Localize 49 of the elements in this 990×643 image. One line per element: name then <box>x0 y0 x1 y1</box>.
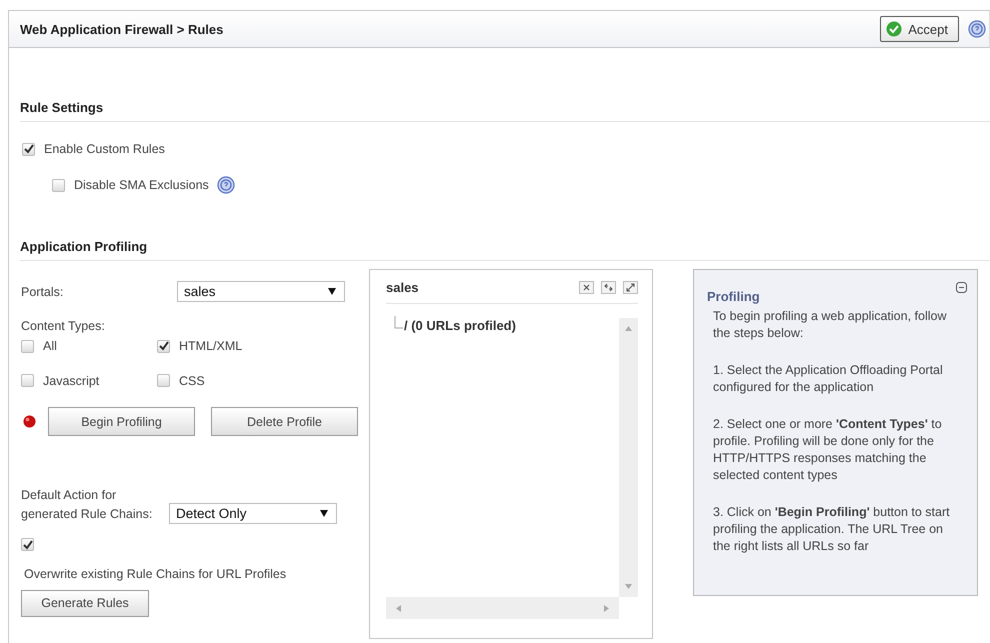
panel-title: sales <box>386 280 419 295</box>
help-text: 3. Click on 'Begin Profiling' button to start profiling the application. The URL Tree on the right lists all URLs so far <box>713 504 951 555</box>
tree-line-icon <box>394 316 403 329</box>
checkbox[interactable] <box>157 374 170 387</box>
checkbox[interactable] <box>157 340 170 352</box>
help-text: 2. Select one or more 'Content Types' to profile. Profiling will be done only for the HTTP/HTTPS responses matching the selected content types <box>713 416 943 484</box>
section-heading: Application Profiling <box>20 239 990 261</box>
vertical-scrollbar[interactable] <box>619 318 638 597</box>
scroll-up-icon[interactable] <box>625 326 632 331</box>
delete-profile-button[interactable]: Delete Profile <box>211 407 358 436</box>
check-circle-icon <box>886 21 902 37</box>
panel-title: Profiling <box>707 289 761 304</box>
checkbox-label: Javascript <box>43 374 100 388</box>
section-heading: Rule Settings <box>20 100 990 122</box>
help-icon[interactable] <box>968 20 986 38</box>
status-dot-icon <box>23 415 36 428</box>
help-icon[interactable] <box>216 176 235 194</box>
checkbox[interactable] <box>21 374 34 387</box>
checkbox-label: Disable SMA Exclusions <box>74 178 209 192</box>
checkbox[interactable] <box>21 538 34 551</box>
checkbox-label: HTML/XML <box>179 339 242 353</box>
field-label: Default Action for generated Rule Chains: <box>21 487 154 523</box>
dropdown-arrow-icon <box>328 288 336 295</box>
scroll-left-icon[interactable] <box>396 604 401 612</box>
expand-icon[interactable] <box>623 281 638 294</box>
portal-dropdown[interactable]: sales <box>177 281 345 302</box>
horizontal-scrollbar[interactable] <box>386 597 619 619</box>
checkbox-label: All <box>43 339 57 353</box>
field-label: Content Types: <box>21 319 105 333</box>
begin-profiling-button[interactable]: Begin Profiling <box>48 407 195 436</box>
dropdown-arrow-icon <box>320 510 328 517</box>
checkbox[interactable] <box>21 340 34 352</box>
checkbox-label: Enable Custom Rules <box>44 142 165 156</box>
tree-node[interactable]: / (0 URLs profiled) <box>404 318 516 333</box>
generate-rules-button[interactable]: Generate Rules <box>21 590 149 616</box>
checkbox-label: Overwrite existing Rule Chains for URL Profiles <box>24 566 286 580</box>
help-text: 1. Select the Application Offloading Portal configured for the application <box>713 362 944 396</box>
help-text: To begin profiling a web application, follow the steps below: <box>713 308 948 342</box>
checkbox[interactable] <box>22 142 35 156</box>
scroll-right-icon[interactable] <box>604 604 609 612</box>
collapse-icon[interactable] <box>956 280 967 291</box>
default-action-dropdown[interactable]: Detect Only <box>169 503 337 524</box>
close-icon[interactable] <box>579 281 594 294</box>
page-title: Web Application Firewall > Rules <box>20 22 224 36</box>
accept-button[interactable]: Accept <box>880 16 959 42</box>
checkbox-label: CSS <box>179 374 205 388</box>
scroll-down-icon[interactable] <box>625 584 632 589</box>
checkbox[interactable] <box>52 178 65 192</box>
field-label: Portals: <box>21 284 64 298</box>
